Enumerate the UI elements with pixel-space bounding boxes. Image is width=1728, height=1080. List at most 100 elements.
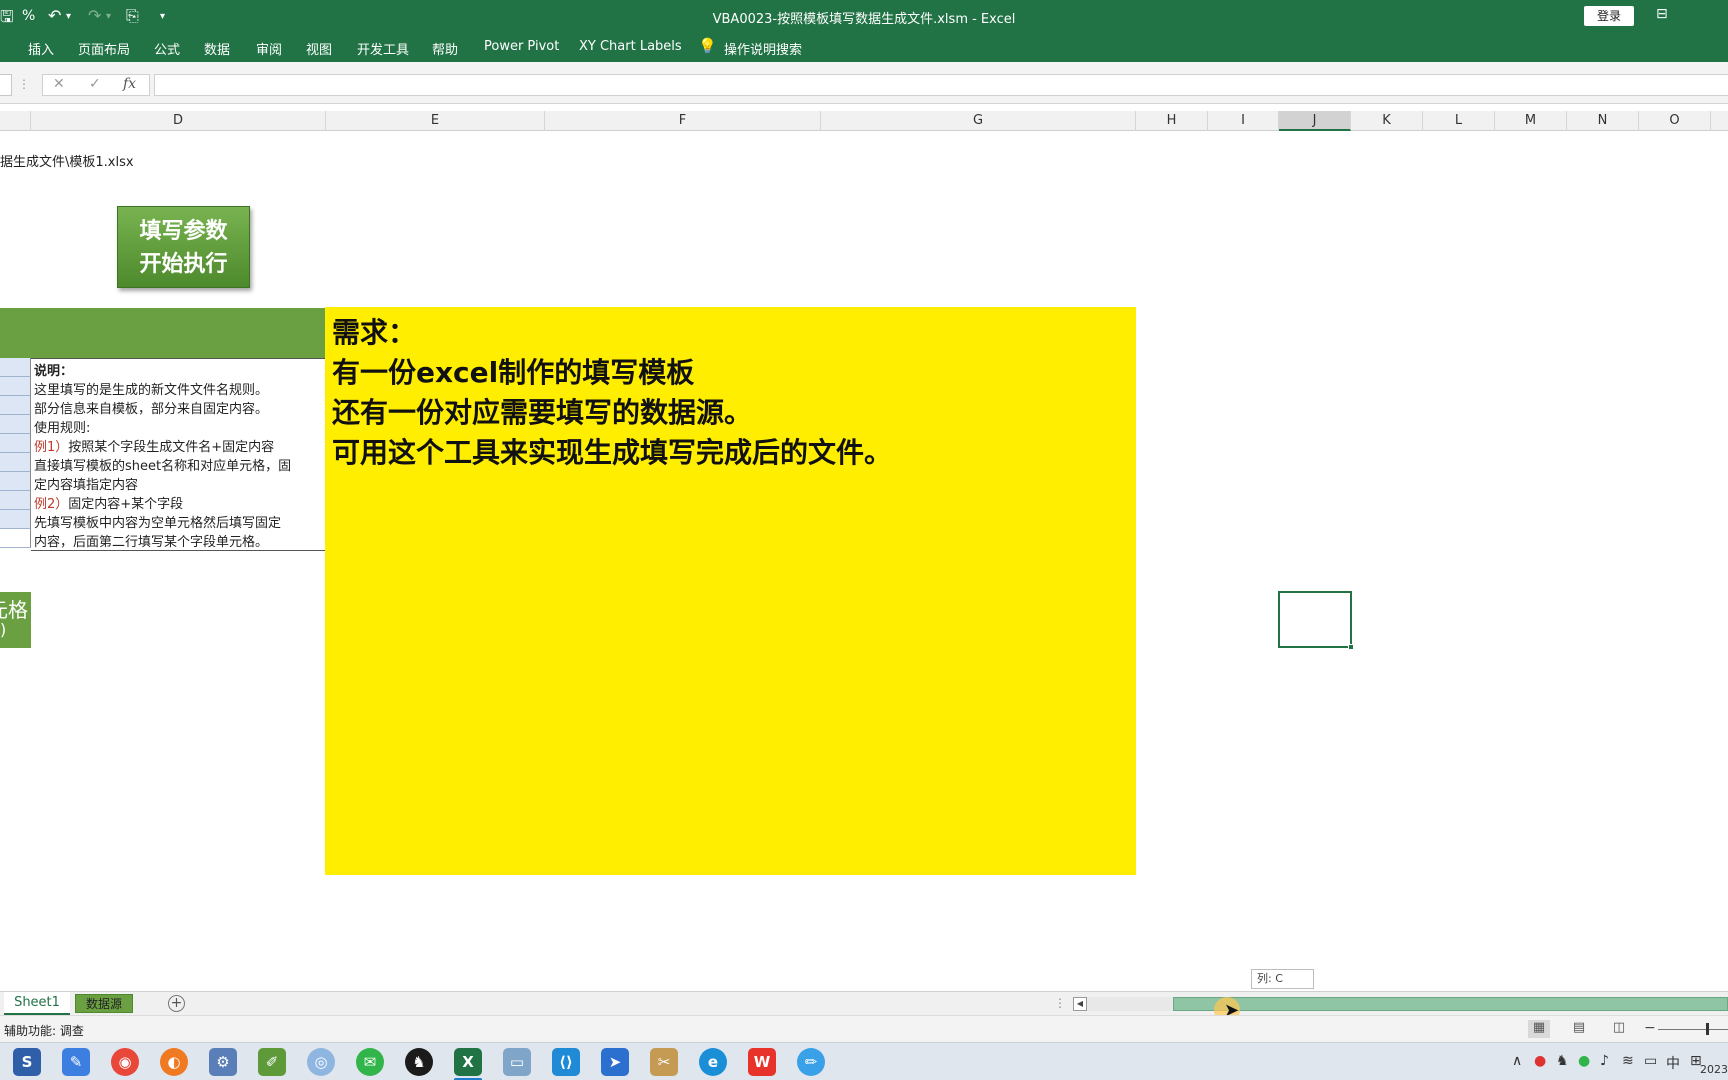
column-header-p[interactable] — [1711, 111, 1728, 131]
zoom-slider-thumb[interactable] — [1706, 1023, 1709, 1035]
redo-dropdown-icon[interactable]: ▾ — [106, 11, 111, 22]
tab-page-layout[interactable]: 页面布局 — [78, 39, 130, 58]
zoom-slider[interactable] — [1658, 1029, 1728, 1030]
input-cell[interactable] — [0, 415, 31, 434]
input-cell[interactable] — [0, 377, 31, 396]
tray-qq-icon[interactable]: ♞ — [1556, 1053, 1569, 1069]
add-sheet-icon[interactable]: + — [168, 995, 185, 1012]
column-header-m[interactable]: M — [1495, 111, 1567, 131]
wifi-icon[interactable]: ≋ — [1622, 1053, 1634, 1069]
tab-insert[interactable]: 插入 — [28, 39, 54, 58]
edge-icon[interactable]: e — [699, 1048, 727, 1076]
insert-function-icon[interactable]: fx — [123, 76, 136, 92]
undo-icon[interactable]: ↶ — [48, 6, 61, 25]
sheet-tab-sheet1[interactable]: Sheet1 — [4, 992, 70, 1015]
tab-data[interactable]: 数据 — [204, 39, 230, 58]
run-macro-button[interactable]: 填写参数 开始执行 — [117, 206, 250, 288]
zoom-out-icon[interactable]: − — [1644, 1020, 1656, 1036]
column-header-j[interactable]: J — [1279, 111, 1351, 131]
chrome-icon[interactable]: ◉ — [111, 1048, 139, 1076]
input-cell[interactable] — [0, 396, 31, 415]
tab-help[interactable]: 帮助 — [432, 39, 458, 58]
input-cell[interactable] — [0, 434, 31, 453]
wechat-icon[interactable]: ✉ — [356, 1048, 384, 1076]
input-cell[interactable] — [0, 472, 31, 491]
input-cell[interactable] — [0, 491, 31, 510]
column-header-f[interactable]: F — [545, 111, 821, 131]
paste-icon[interactable]: ⎘ — [126, 6, 139, 26]
login-button[interactable]: 登录 — [1584, 6, 1634, 26]
save-icon[interactable]: 🖫 — [0, 6, 14, 33]
tray-app-icon[interactable]: ● — [1534, 1053, 1546, 1069]
network-tool-icon[interactable]: ⚙ — [209, 1048, 237, 1076]
undo-dropdown-icon[interactable]: ▾ — [66, 11, 71, 22]
column-header-d[interactable]: D — [31, 111, 326, 131]
battery-icon[interactable]: ▭ — [1644, 1053, 1657, 1069]
instructions-note[interactable]: 说明： 这里填写的是生成的新文件文件名规则。 部分信息来自模板，部分来自固定内容… — [31, 358, 326, 551]
percent-style-button[interactable]: % — [22, 8, 35, 24]
vscode-icon[interactable]: ⟨⟩ — [552, 1048, 580, 1076]
input-cell[interactable] — [0, 453, 31, 472]
column-header-o[interactable]: O — [1639, 111, 1711, 131]
browser-app-icon[interactable]: ◎ — [307, 1048, 335, 1076]
worksheet-grid[interactable]: 据生成文件\模板1.xlsx 填写参数 开始执行 说明： 这里填写的是生成的新文… — [0, 131, 1728, 991]
column-header-l[interactable]: L — [1423, 111, 1495, 131]
input-cell[interactable] — [0, 358, 31, 377]
accessibility-status[interactable]: 辅助功能: 调查 — [4, 1022, 84, 1039]
qq-icon[interactable]: ♞ — [405, 1048, 433, 1076]
editor-app-icon[interactable]: ✐ — [258, 1048, 286, 1076]
normal-view-icon[interactable]: ▦ — [1528, 1020, 1550, 1038]
name-box[interactable] — [0, 74, 12, 96]
tab-view[interactable]: 视图 — [306, 39, 332, 58]
redo-icon[interactable]: ↷ — [88, 6, 101, 25]
horizontal-scrollbar-thumb[interactable] — [1173, 997, 1728, 1011]
column-header-h[interactable]: H — [1136, 111, 1208, 131]
cancel-icon[interactable]: ✕ — [53, 76, 65, 92]
volume-icon[interactable]: ♪ — [1600, 1053, 1609, 1069]
ribbon-display-icon[interactable]: ⊟ — [1656, 6, 1668, 22]
tools-app-icon[interactable]: ✂ — [650, 1048, 678, 1076]
tell-me-search[interactable]: 操作说明搜索 — [724, 39, 802, 58]
column-header-i[interactable]: I — [1208, 111, 1279, 131]
messenger-app-icon[interactable]: ➤ — [601, 1048, 629, 1076]
sogou-app-icon[interactable]: S — [13, 1048, 41, 1076]
tab-formulas[interactable]: 公式 — [154, 39, 180, 58]
tray-wechat-icon[interactable]: ● — [1578, 1053, 1590, 1069]
template-path-cell[interactable]: 据生成文件\模板1.xlsx — [0, 151, 134, 170]
input-cell[interactable] — [0, 510, 31, 529]
active-cell-j[interactable] — [1278, 591, 1352, 648]
title-bar: 🖫 % ↶ ▾ ↷ ▾ ⎘ ▾ VBA0023-按照模板填写数据生成文件.xls… — [0, 0, 1728, 32]
customize-quick-access-icon[interactable]: ▾ — [160, 11, 165, 22]
ime-indicator[interactable]: 中 — [1666, 1053, 1680, 1073]
tab-split-handle-icon[interactable]: ⋮ — [1054, 996, 1066, 1010]
tray-expand-icon[interactable]: ∧ — [1512, 1053, 1522, 1069]
clock-date[interactable]: 2023 — [1700, 1063, 1728, 1076]
green-label-cell[interactable]: 元格 ) — [0, 592, 31, 648]
scroll-left-icon[interactable]: ◀ — [1073, 997, 1087, 1011]
page-layout-view-icon[interactable]: ▤ — [1568, 1020, 1590, 1038]
wps-icon[interactable]: W — [748, 1048, 776, 1076]
tab-review[interactable]: 审阅 — [256, 39, 282, 58]
tab-developer[interactable]: 开发工具 — [357, 39, 409, 58]
column-header-c[interactable] — [0, 111, 31, 131]
input-cells-column — [0, 358, 31, 549]
sheet-tab-data-source[interactable]: 数据源 — [75, 994, 133, 1013]
notes-app-icon[interactable]: ✎ — [62, 1048, 90, 1076]
column-header-g[interactable]: G — [821, 111, 1136, 131]
tab-xy-chart-labels[interactable]: XY Chart Labels — [579, 39, 682, 54]
column-header-e[interactable]: E — [326, 111, 545, 131]
confirm-icon[interactable]: ✓ — [89, 76, 101, 92]
tab-power-pivot[interactable]: Power Pivot — [484, 39, 559, 54]
page-break-view-icon[interactable]: ◫ — [1608, 1020, 1630, 1038]
files-app-icon[interactable]: ▭ — [503, 1048, 531, 1076]
column-header-n[interactable]: N — [1567, 111, 1639, 131]
input-cell[interactable] — [0, 529, 31, 548]
excel-icon[interactable]: X — [454, 1048, 482, 1076]
fill-handle[interactable] — [1348, 644, 1354, 650]
formula-input[interactable] — [154, 74, 1728, 96]
green-header-cell[interactable] — [0, 308, 326, 358]
drawing-app-icon[interactable]: ✏ — [797, 1048, 825, 1076]
firefox-icon[interactable]: ◐ — [160, 1048, 188, 1076]
column-header-k[interactable]: K — [1351, 111, 1423, 131]
requirements-box[interactable]: 需求： 有一份excel制作的填写模板 还有一份对应需要填写的数据源。 可用这个… — [325, 307, 1136, 875]
